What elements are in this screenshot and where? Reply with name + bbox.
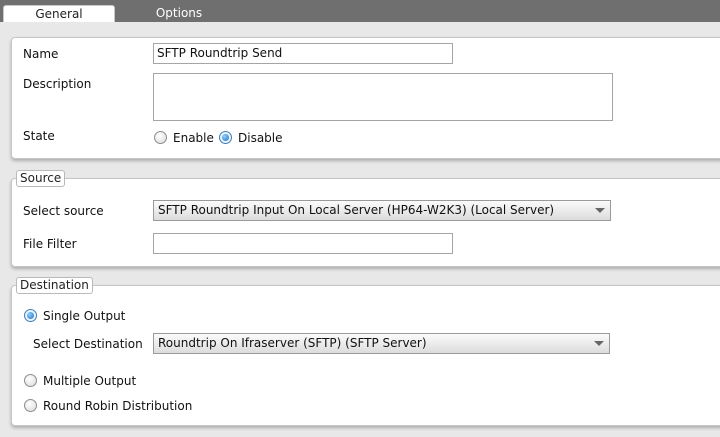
enable-radio[interactable] (154, 131, 167, 144)
name-field[interactable]: SFTP Roundtrip Send (153, 43, 453, 64)
round-robin-label[interactable]: Round Robin Distribution (43, 399, 192, 413)
multiple-output-radio[interactable] (24, 374, 37, 387)
description-label: Description (23, 77, 92, 91)
chevron-down-icon (594, 341, 604, 346)
source-legend: Source (16, 170, 66, 187)
tab-general[interactable]: General (3, 5, 115, 22)
select-destination-label: Select Destination (33, 337, 143, 351)
tab-options[interactable]: Options (124, 5, 234, 22)
radio-selected-dot (222, 134, 229, 141)
disable-radio[interactable] (219, 131, 232, 144)
chevron-down-icon (595, 208, 605, 213)
round-robin-radio[interactable] (24, 399, 37, 412)
name-label: Name (23, 47, 59, 61)
destination-select[interactable]: Roundtrip On Ifraserver (SFTP) (SFTP Ser… (153, 333, 610, 354)
file-filter-field[interactable] (153, 233, 453, 254)
multiple-output-label[interactable]: Multiple Output (43, 374, 136, 388)
enable-radio-label[interactable]: Enable (173, 131, 214, 145)
source-select-value: SFTP Roundtrip Input On Local Server (HP… (158, 203, 555, 217)
radio-selected-dot (27, 312, 34, 319)
state-label: State (23, 129, 55, 143)
single-output-label[interactable]: Single Output (43, 309, 125, 323)
select-source-label: Select source (23, 204, 104, 218)
disable-radio-label[interactable]: Disable (238, 131, 283, 145)
file-filter-label: File Filter (23, 237, 77, 251)
single-output-radio[interactable] (24, 309, 37, 322)
source-select[interactable]: SFTP Roundtrip Input On Local Server (HP… (153, 200, 611, 221)
tab-bar: General Options (0, 0, 720, 22)
destination-legend: Destination (16, 277, 93, 294)
destination-select-value: Roundtrip On Ifraserver (SFTP) (SFTP Ser… (158, 336, 427, 350)
description-field[interactable] (153, 73, 613, 121)
